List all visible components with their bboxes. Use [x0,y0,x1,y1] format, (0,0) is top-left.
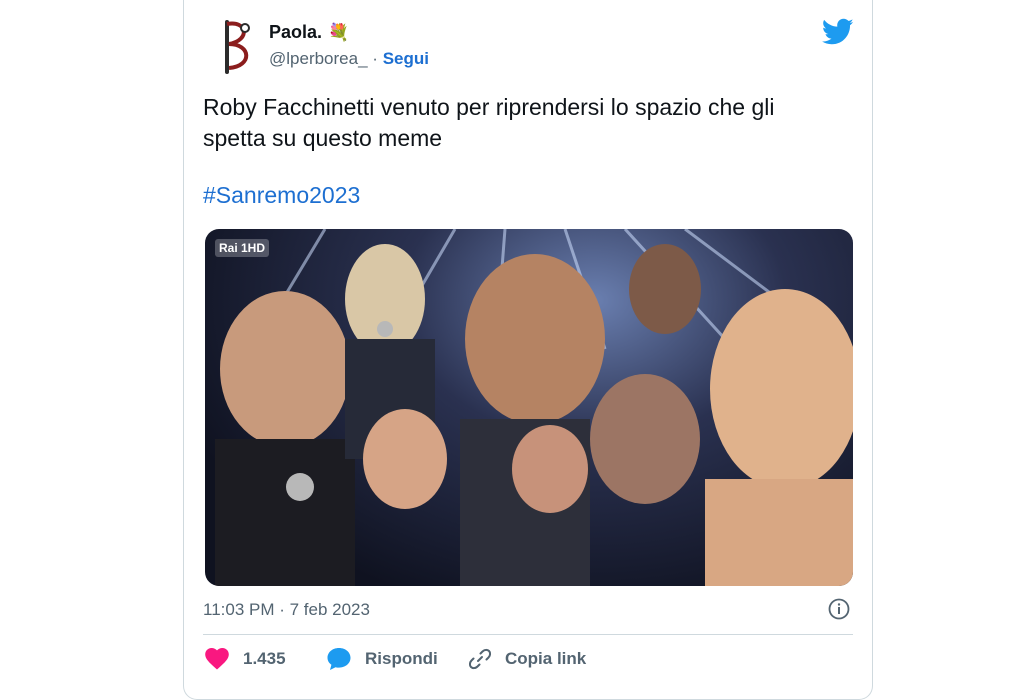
author-name-text[interactable]: Paola. [269,22,322,42]
like-count: 1.435 [243,649,286,668]
tweet-media-image[interactable]: Rai 1HD [205,229,853,586]
author-name[interactable]: Paola. 💐 [269,22,349,43]
reply-bubble-icon [327,648,351,670]
like-button[interactable]: 1.435 [205,648,286,670]
twitter-bird-icon[interactable] [821,18,854,46]
follow-button[interactable]: Segui [383,49,429,68]
tweet-text: Roby Facchinetti venuto per riprendersi … [203,94,775,151]
rai-logo: Rai 1HD [215,239,270,257]
divider [203,634,853,635]
tweet-timestamp[interactable]: 11:03 PM · 7 feb 2023 [203,600,370,620]
link-icon [469,648,491,670]
media-collage [215,229,853,586]
hashtag-link[interactable]: #Sanremo2023 [203,182,360,209]
handle-separator: · [372,49,378,68]
reply-label: Rispondi [365,649,438,668]
reply-button[interactable]: Rispondi [327,648,438,670]
author-handle[interactable]: @lperborea_ [269,49,368,68]
heart-icon [205,648,229,670]
copy-link-button[interactable]: Copia link [469,648,586,670]
copy-link-label: Copia link [505,649,587,668]
avatar[interactable] [215,18,255,76]
handle-row: @lperborea_ · Segui [269,49,429,69]
bouquet-emoji: 💐 [328,23,350,42]
info-icon[interactable] [828,598,850,620]
